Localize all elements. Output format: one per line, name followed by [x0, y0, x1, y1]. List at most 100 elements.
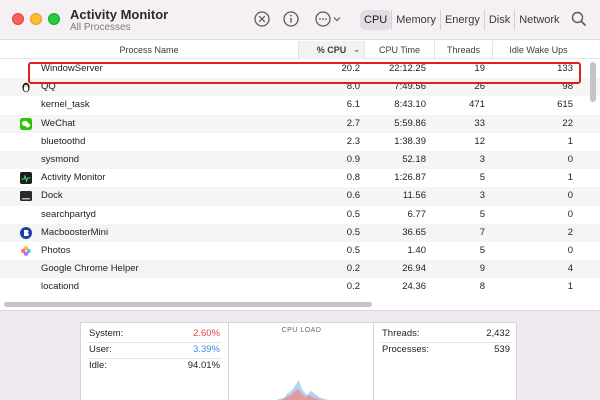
activity-monitor-window: Activity Monitor All Processes CPU Memor… [0, 0, 600, 400]
column-header-process-name[interactable]: Process Name [0, 41, 298, 59]
toolbar: Activity Monitor All Processes CPU Memor… [0, 0, 600, 40]
tab-network[interactable]: Network [514, 10, 563, 30]
system-label: System: [89, 328, 124, 339]
process-count-summary: Threads: 2,432 Processes: 539 [374, 323, 518, 400]
threads-cell: 8 [479, 281, 485, 293]
cpu-percent-cell: 2.7 [346, 117, 360, 129]
cpu-time-cell: 1:26.87 [394, 172, 426, 184]
idle-wake-ups-cell: 0 [567, 208, 573, 220]
cpu-percent-cell: 0.8 [346, 172, 360, 184]
threads-cell: 9 [479, 263, 485, 275]
process-name-cell: Activity Monitor [41, 172, 106, 184]
table-row[interactable]: locationd 0.2 24.36 8 1 [0, 278, 600, 296]
process-name-cell: MacboosterMini [41, 226, 109, 238]
threads-value: 2,432 [486, 328, 510, 339]
process-table: Process Name % CPU ⌄ CPU Time Threads Id… [0, 41, 600, 309]
process-name-cell: Google Chrome Helper [41, 263, 139, 275]
process-name-cell: QQ [41, 81, 56, 93]
table-row[interactable]: Photos 0.5 1.40 5 0 [0, 242, 600, 260]
idle-wake-ups-cell: 4 [567, 263, 573, 275]
process-name-cell: WindowServer [41, 63, 103, 74]
vertical-scrollbar[interactable] [590, 62, 596, 102]
idle-wake-ups-cell: 2 [567, 226, 573, 238]
cpu-percent-cell: 6.1 [346, 99, 360, 111]
table-row[interactable]: sysmond 0.9 52.18 3 0 [0, 150, 600, 170]
minimize-window-button[interactable] [30, 13, 42, 25]
cpu-percent-cell: 0.2 [346, 263, 360, 275]
cpu-time-cell: 5:59.86 [394, 117, 426, 129]
table-row[interactable]: bluetoothd 2.3 1:38.39 12 1 [0, 133, 600, 151]
tab-cpu[interactable]: CPU [360, 10, 392, 30]
processes-label: Processes: [382, 344, 429, 355]
cpu-percent-cell: 0.6 [346, 190, 360, 202]
info-icon[interactable] [282, 10, 300, 28]
threads-cell: 12 [474, 135, 485, 147]
cpu-percent-cell: 0.5 [346, 226, 360, 238]
cpu-time-cell: 52.18 [402, 153, 426, 165]
cpu-time-cell: 36.65 [402, 226, 426, 238]
summary-box: System: 2.60% User: 3.39% Idle: 94.01% C… [80, 322, 517, 400]
process-name-cell: locationd [41, 281, 80, 293]
close-window-button[interactable] [12, 13, 24, 25]
cpu-load-title: CPU LOAD [281, 327, 322, 334]
idle-wake-ups-cell: 615 [557, 99, 573, 111]
user-label: User: [89, 344, 112, 355]
process-name-cell: sysmond [41, 153, 80, 165]
activity-monitor-icon [20, 172, 32, 185]
cpu-time-cell: 1:38.39 [394, 135, 426, 147]
cpu-time-cell: 24.36 [402, 281, 426, 293]
column-header-idle-wake-ups[interactable]: Idle Wake Ups [492, 41, 584, 59]
cpu-time-cell: 1.40 [407, 244, 427, 256]
table-header: Process Name % CPU ⌄ CPU Time Threads Id… [0, 41, 600, 59]
photos-icon [20, 245, 32, 257]
cpu-percent-cell: 0.5 [346, 208, 360, 220]
table-row[interactable]: WindowServer 20.2 22:12.25 19 133 [0, 60, 600, 78]
horizontal-scrollbar[interactable] [4, 302, 372, 307]
tab-memory[interactable]: Memory [391, 10, 440, 30]
table-row[interactable]: MacboosterMini 0.5 36.65 7 2 [0, 223, 600, 242]
system-row: System: 2.60% [89, 327, 220, 341]
idle-wake-ups-cell: 0 [567, 153, 573, 165]
cpu-load-graph: CPU LOAD [229, 323, 374, 400]
column-header-cpu-time[interactable]: CPU Time [364, 41, 434, 59]
cpu-time-cell: 22:12.25 [389, 63, 426, 74]
idle-wake-ups-cell: 22 [562, 117, 573, 129]
process-name-cell: Photos [41, 244, 71, 256]
tab-energy[interactable]: Energy [439, 10, 484, 30]
idle-row: Idle: 94.01% [89, 359, 220, 373]
threads-cell: 26 [474, 81, 485, 93]
column-header-threads[interactable]: Threads [434, 41, 492, 59]
process-name-cell: bluetoothd [41, 135, 86, 147]
idle-label: Idle: [89, 360, 107, 371]
window-title-block: Activity Monitor All Processes [70, 7, 168, 34]
table-row[interactable]: searchpartyd 0.5 6.77 5 0 [0, 206, 600, 224]
table-row[interactable]: Google Chrome Helper 0.2 26.94 9 4 [0, 260, 600, 279]
table-row[interactable]: Dock 0.6 11.56 3 0 [0, 187, 600, 206]
tab-disk[interactable]: Disk [483, 10, 514, 30]
column-header-cpu[interactable]: % CPU ⌄ [298, 41, 364, 59]
search-icon[interactable] [570, 10, 588, 28]
stop-process-icon[interactable] [253, 10, 271, 28]
user-row: User: 3.39% [89, 343, 220, 357]
cpu-time-cell: 11.56 [402, 190, 426, 202]
window-subtitle: All Processes [70, 22, 131, 33]
table-body: WindowServer 20.2 22:12.25 19 133 QQ 8.0 7:49.5… [0, 60, 600, 296]
process-name-cell: Dock [41, 190, 63, 202]
threads-label: Threads: [382, 328, 420, 339]
threads-cell: 5 [479, 244, 485, 256]
cpu-time-cell: 8:43.10 [394, 99, 426, 111]
cpu-time-cell: 7:49.56 [394, 81, 426, 93]
sort-descending-icon: ⌄ [353, 45, 360, 54]
zoom-window-button[interactable] [48, 13, 60, 25]
summary-panel: System: 2.60% User: 3.39% Idle: 94.01% C… [0, 310, 600, 400]
idle-wake-ups-cell: 1 [567, 135, 573, 147]
table-row[interactable]: Activity Monitor 0.8 1:26.87 5 1 [0, 169, 600, 187]
table-row[interactable]: QQ 8.0 7:49.56 26 98 [0, 78, 600, 97]
more-options-icon[interactable] [314, 10, 344, 28]
table-row[interactable]: WeChat 2.7 5:59.86 33 22 [0, 114, 600, 133]
idle-wake-ups-cell: 98 [562, 81, 573, 93]
threads-cell: 471 [469, 99, 485, 111]
dock-icon [20, 190, 32, 202]
penguin-icon [20, 81, 32, 93]
table-row[interactable]: kernel_task 6.1 8:43.10 471 615 [0, 96, 600, 114]
